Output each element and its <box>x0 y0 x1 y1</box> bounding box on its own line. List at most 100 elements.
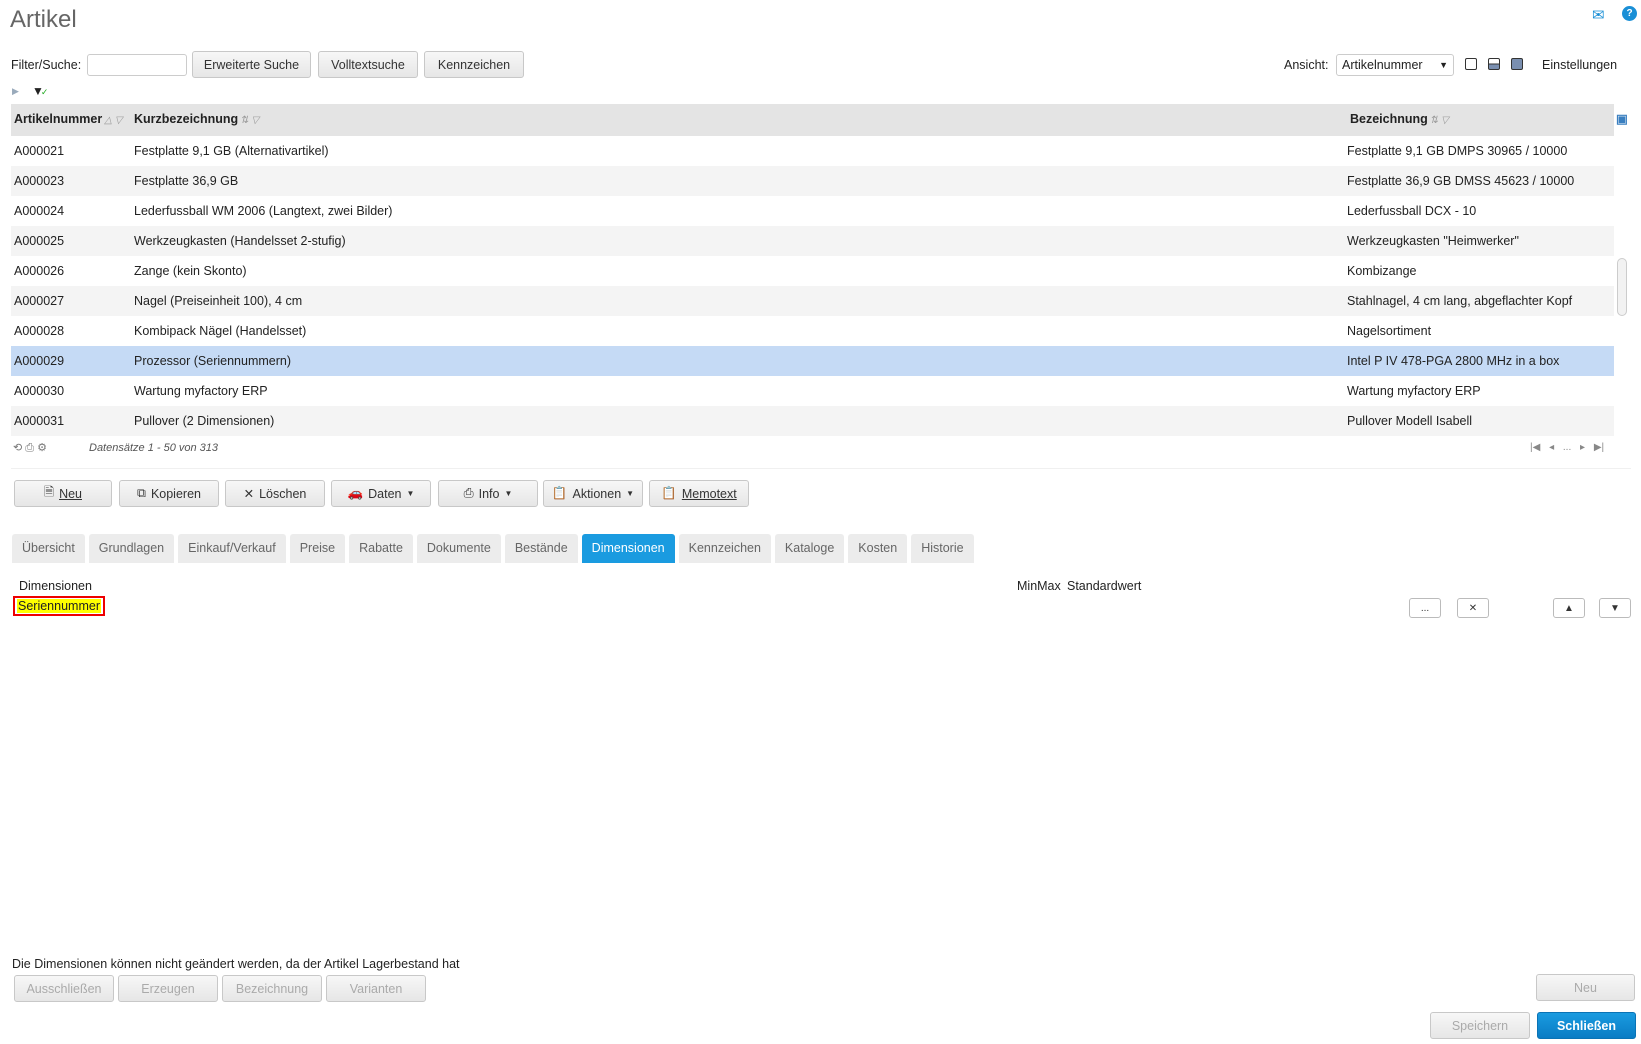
table-cell: Pullover (2 Dimensionen) <box>134 414 275 428</box>
refresh-icon[interactable]: ⟲ <box>13 442 22 454</box>
table-row[interactable]: A000026 Zange (kein Skonto) Kombizange <box>11 256 1614 286</box>
tab-historie[interactable]: Historie <box>911 534 974 563</box>
table-row[interactable]: A000031 Pullover (2 Dimensionen) Pullover … <box>11 406 1614 436</box>
table-cell: Stahlnagel, 4 cm lang, abgeflachter Kopf <box>1347 294 1573 308</box>
record-count: Datensätze 1 - 50 von 313 <box>89 442 219 454</box>
tab-kennzeichen[interactable]: Kennzeichen <box>678 534 771 563</box>
triangle-up-icon: ▲ <box>1564 602 1574 614</box>
table-cell: Festplatte 36,9 GB <box>134 174 239 188</box>
data-menu-button[interactable]: 🚗 Daten ▼ <box>331 480 431 507</box>
table-row[interactable]: A000023 Festplatte 36,9 GB Festplatte 36,9… <box>11 166 1614 196</box>
pager-ellipsis[interactable]: ... <box>1563 442 1571 453</box>
new-button[interactable]: 🗎 Neu <box>14 480 112 507</box>
minmax-label: MinMax <box>1017 579 1061 593</box>
next-page-icon[interactable]: ▸ <box>1580 442 1585 453</box>
dimensions-label: Dimensionen <box>19 579 92 593</box>
table-cell: Nagel (Preiseinheit 100), 4 cm <box>134 294 303 308</box>
table-cell: Intel P IV 478-PGA 2800 MHz in a box <box>1347 354 1560 368</box>
delete-button[interactable]: ✕ Löschen <box>225 480 325 507</box>
layout-detail-icon[interactable] <box>1511 58 1523 70</box>
info-menu-button[interactable]: ⎙ Info ▼ <box>438 480 538 507</box>
sort-icon: ⇅ ▽ <box>240 115 260 126</box>
variants-button[interactable]: Varianten <box>326 975 426 1002</box>
table-row[interactable]: A000024 Lederfussball WM 2006 (Langtext, … <box>11 196 1614 226</box>
save-button[interactable]: Speichern <box>1430 1012 1530 1039</box>
kennzeichen-button[interactable]: Kennzeichen <box>424 51 524 78</box>
expand-icon[interactable]: ▶ <box>12 86 19 97</box>
help-icon[interactable]: ? <box>1622 6 1637 21</box>
filter-label: Filter/Suche: <box>11 58 82 72</box>
table-cell: Festplatte 36,9 GB DMSS 45623 / 10000 <box>1347 174 1575 188</box>
print-icon[interactable]: ⎙ <box>25 442 34 454</box>
filter-search-input[interactable] <box>87 54 187 76</box>
filter-active-icon[interactable]: ▼✓ <box>32 84 48 98</box>
table-cell: Pullover Modell Isabell <box>1347 414 1473 428</box>
generate-button[interactable]: Erzeugen <box>118 975 218 1002</box>
grid-scrollbar[interactable] <box>1617 258 1627 316</box>
close-button[interactable]: Schließen <box>1537 1012 1636 1039</box>
mail-icon[interactable]: ✉ <box>1592 6 1605 24</box>
chevron-down-icon: ▼ <box>626 489 635 498</box>
close-icon: ✕ <box>243 487 255 501</box>
table-cell: A000024 <box>14 204 65 218</box>
table-cell: Werkzeugkasten (Handelsset 2-stufig) <box>134 234 346 248</box>
view-select-value: Artikelnummer <box>1342 58 1423 72</box>
new-dimension-button[interactable]: Neu <box>1536 974 1635 1001</box>
extended-search-button[interactable]: Erweiterte Suche <box>192 51 311 78</box>
tab-dokumente[interactable]: Dokumente <box>416 534 501 563</box>
column-header-artikelnummer[interactable]: Artikelnummer △ ▽ <box>14 104 122 136</box>
tab-kosten[interactable]: Kosten <box>848 534 908 563</box>
view-label: Ansicht: <box>1284 58 1329 72</box>
copy-button[interactable]: ⧉ Kopieren <box>119 480 219 507</box>
table-row[interactable]: A000027 Nagel (Preiseinheit 100), 4 cm Sta… <box>11 286 1614 316</box>
browse-button[interactable]: ... <box>1409 598 1441 618</box>
first-page-icon[interactable]: |◀ <box>1530 442 1540 453</box>
tab-dimensionen[interactable]: Dimensionen <box>581 534 675 563</box>
remove-button[interactable]: ✕ <box>1457 598 1489 618</box>
fulltext-search-button[interactable]: Volltextsuche <box>318 51 418 78</box>
dropdown-arrow-icon: ▼ <box>1439 60 1448 70</box>
table-cell: Prozessor (Seriennummern) <box>134 354 291 368</box>
last-page-icon[interactable]: ▶| <box>1594 442 1604 453</box>
table-row[interactable]: A000030 Wartung myfactory ERP Wartung myfa… <box>11 376 1614 406</box>
layout-single-icon[interactable] <box>1465 58 1477 70</box>
table-row[interactable]: A000025 Werkzeugkasten (Handelsset 2-stuf… <box>11 226 1614 256</box>
divider <box>11 468 1631 469</box>
tab-preise[interactable]: Preise <box>289 534 346 563</box>
tab-kataloge[interactable]: Kataloge <box>774 534 845 563</box>
car-icon: 🚗 <box>347 486 364 500</box>
view-select[interactable]: Artikelnummer ▼ <box>1336 54 1454 76</box>
column-header-bezeichnung[interactable]: Bezeichnung ⇅ ▽ <box>1350 104 1449 136</box>
move-up-button[interactable]: ▲ <box>1553 598 1585 618</box>
tab-einkauf-verkauf[interactable]: Einkauf/Verkauf <box>178 534 286 563</box>
exclude-button[interactable]: Ausschließen <box>14 975 114 1002</box>
document-icon: 🗎 <box>44 485 55 499</box>
pager: |◀ ◂ ... ▸ ▶| <box>1530 442 1604 453</box>
grid-footer-icons: ⟲ ⎙ ⚙ <box>13 441 47 455</box>
memo-button[interactable]: 📋 Memotext <box>649 480 749 507</box>
table-cell: A000027 <box>14 294 65 308</box>
column-chooser-icon[interactable]: ▣ <box>1616 104 1628 134</box>
table-cell: Wartung myfactory ERP <box>1347 384 1481 398</box>
prev-page-icon[interactable]: ◂ <box>1549 442 1554 453</box>
table-row[interactable]: A000028 Kombipack Nägel (Handelsset) Nagel… <box>11 316 1614 346</box>
close-icon: ✕ <box>1468 602 1478 614</box>
table-cell: A000030 <box>14 384 65 398</box>
tab-grundlagen[interactable]: Grundlagen <box>88 534 175 563</box>
tab-rabatte[interactable]: Rabatte <box>349 534 413 563</box>
move-down-button[interactable]: ▼ <box>1599 598 1631 618</box>
tab-bar: Übersicht Grundlagen Einkauf/Verkauf Preise… <box>12 534 974 563</box>
actions-menu-button[interactable]: 📋 Aktionen ▼ <box>543 480 643 507</box>
description-button[interactable]: Bezeichnung <box>222 975 322 1002</box>
dimension-item-box[interactable]: Seriennummer <box>13 596 105 616</box>
column-header-kurzbezeichnung[interactable]: Kurzbezeichnung ⇅ ▽ <box>134 104 259 136</box>
table-row[interactable]: A000021 Festplatte 9,1 GB (Alternativarti… <box>11 136 1614 166</box>
settings-icon[interactable]: ⚙ <box>37 442 47 454</box>
tab-bestände[interactable]: Bestände <box>504 534 578 563</box>
settings-link[interactable]: Einstellungen <box>1542 58 1617 72</box>
info-message: Die Dimensionen können nicht geändert we… <box>12 957 460 971</box>
tab-übersicht[interactable]: Übersicht <box>12 534 85 563</box>
table-row[interactable]: A000029 Prozessor (Seriennummern) Intel P … <box>11 346 1614 376</box>
table-cell: A000028 <box>14 324 65 338</box>
layout-split-icon[interactable] <box>1488 58 1500 70</box>
